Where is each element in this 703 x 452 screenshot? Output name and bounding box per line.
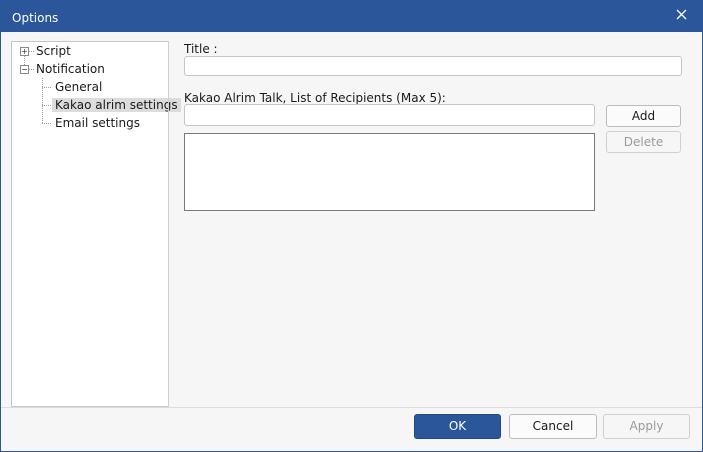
panel-divider (168, 41, 169, 407)
close-button[interactable] (666, 3, 696, 25)
title-bar: Options (1, 1, 702, 32)
recipients-label: Kakao Alrim Talk, List of Recipients (Ma… (184, 91, 446, 105)
tree-item-kakao-alrim-settings[interactable]: Kakao alrim settings (52, 96, 181, 114)
title-input[interactable] (184, 56, 682, 76)
tree-item-label: Notification (36, 62, 105, 76)
title-field-label: Title : (184, 42, 218, 56)
tree-item-label: Kakao alrim settings (52, 98, 181, 112)
tree-collapse-icon[interactable]: − (20, 65, 29, 74)
apply-button[interactable]: Apply (603, 414, 690, 439)
ok-button[interactable]: OK (414, 414, 501, 439)
tree-item-notification[interactable]: Notification (33, 60, 108, 78)
tree-item-script[interactable]: Script (33, 42, 74, 60)
delete-button[interactable]: Delete (606, 131, 681, 153)
tree-connector (42, 105, 51, 106)
footer-divider (1, 407, 702, 408)
tree-item-label: Email settings (55, 116, 140, 130)
add-button[interactable]: Add (606, 105, 681, 127)
options-dialog: Options + Script − Notification General … (0, 0, 703, 452)
cancel-button[interactable]: Cancel (509, 414, 597, 439)
tree-item-label: General (55, 80, 103, 94)
close-icon (676, 9, 686, 19)
recipient-input[interactable] (184, 104, 595, 126)
settings-tree[interactable]: + Script − Notification General Kakao al… (11, 41, 181, 407)
tree-expand-icon[interactable]: + (20, 47, 29, 56)
recipients-list[interactable] (184, 133, 595, 211)
tree-connector (42, 123, 51, 124)
window-title: Options (12, 11, 59, 25)
tree-connector (42, 78, 43, 123)
tree-item-label: Script (36, 44, 71, 58)
tree-item-email-settings[interactable]: Email settings (52, 114, 143, 132)
tree-item-general[interactable]: General (52, 78, 105, 96)
tree-connector (42, 87, 51, 88)
